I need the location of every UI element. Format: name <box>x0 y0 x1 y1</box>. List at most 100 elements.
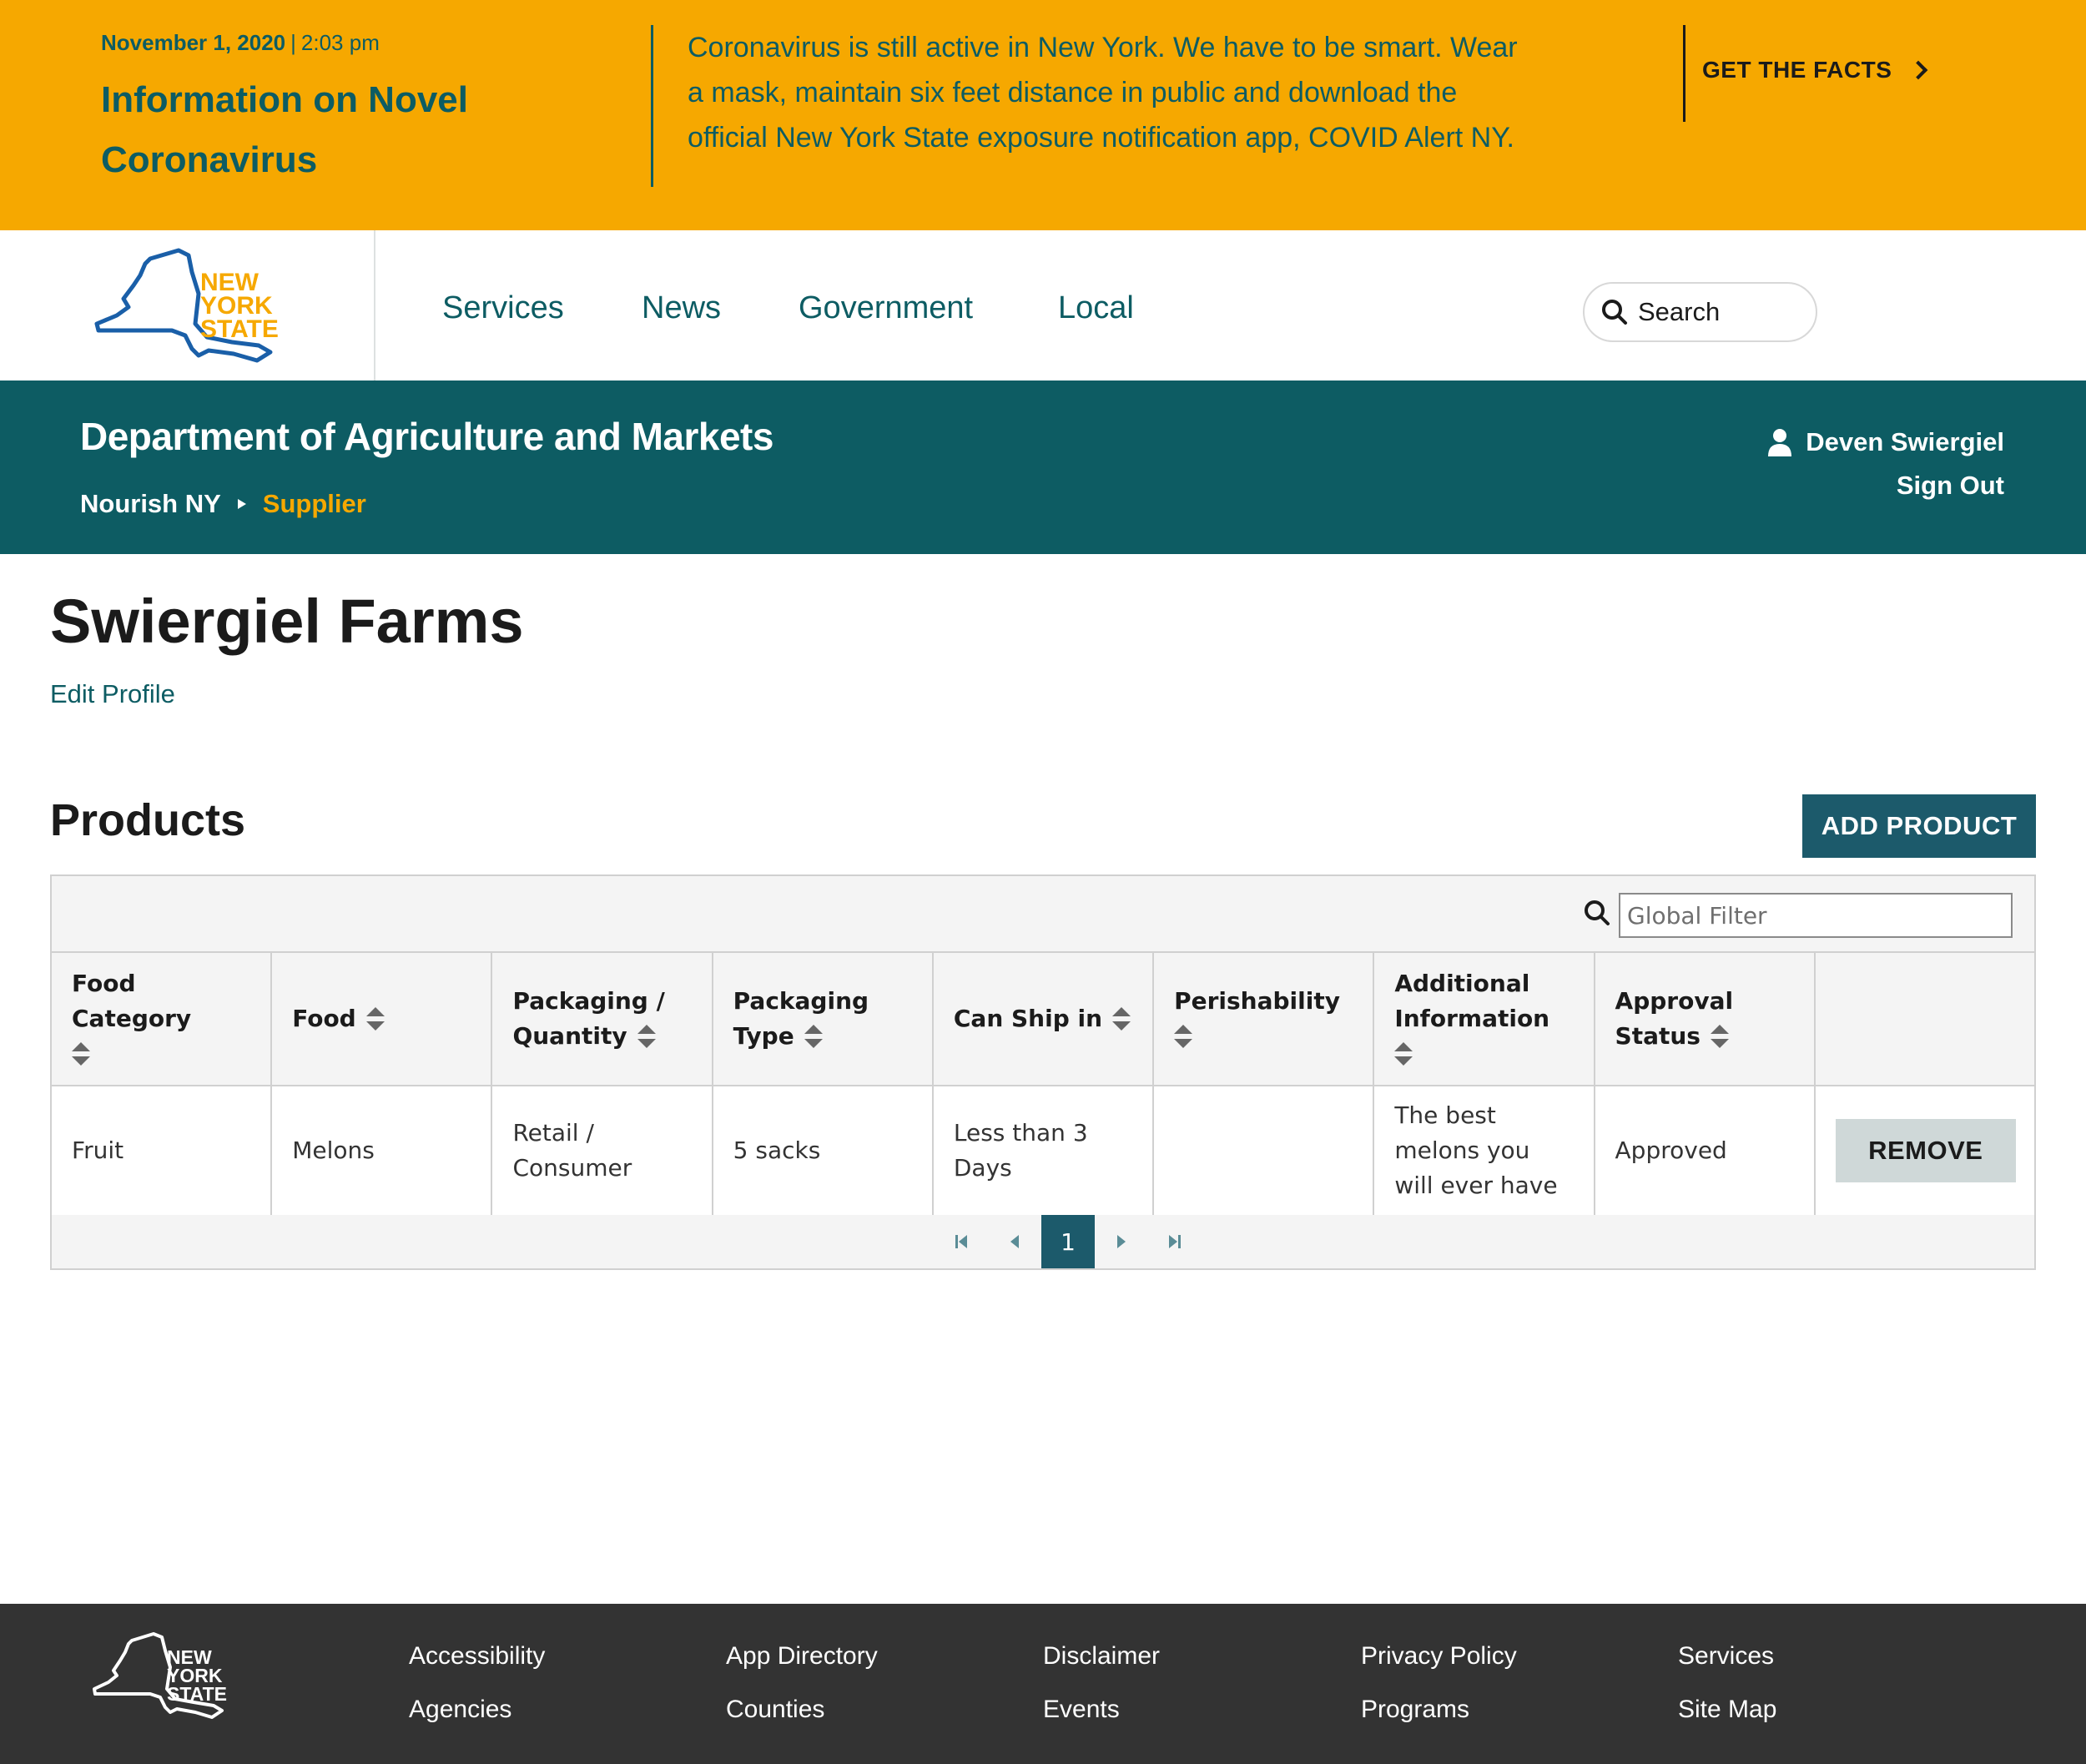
cell-additional-information: The best melons you will ever have <box>1373 1085 1595 1217</box>
first-page-button[interactable] <box>935 1215 988 1268</box>
cell-food-category: Fruit <box>49 1085 273 1217</box>
global-filter-input[interactable] <box>1619 893 2013 938</box>
logo-line-3: STATE <box>200 315 279 343</box>
footer-link-site-map[interactable]: Site Map <box>1678 1696 1776 1724</box>
nav-link-services[interactable]: Services <box>442 290 564 326</box>
caret-left-icon <box>1010 1235 1019 1248</box>
page-button-current[interactable]: 1 <box>1041 1215 1095 1268</box>
alert-divider <box>1683 25 1685 122</box>
alert-datetime: November 1, 2020 | 2:03 pm <box>101 30 380 56</box>
get-the-facts-link[interactable]: GET THE FACTS <box>1702 57 1928 83</box>
column-label: Additional Information <box>1394 970 1550 1032</box>
alert-divider <box>651 25 653 187</box>
column-header-food[interactable]: Food <box>270 951 493 1086</box>
next-page-button[interactable] <box>1095 1215 1148 1268</box>
column-header-perishability[interactable]: Perishability <box>1152 951 1375 1086</box>
table-filter-bar <box>52 876 2034 951</box>
search-button[interactable]: Search <box>1583 282 1817 342</box>
nav-link-government[interactable]: Government <box>799 290 973 326</box>
alert-separator: | <box>290 30 296 55</box>
sort-icon[interactable] <box>637 1025 656 1050</box>
paginator: 1 <box>52 1215 2034 1268</box>
agency-header: Department of Agriculture and Markets No… <box>0 381 2086 554</box>
column-header-packaging-type[interactable]: Packaging Type <box>711 951 934 1086</box>
alert-date: November 1, 2020 <box>101 30 286 55</box>
products-table: Food Category Food Packaging / Quantity … <box>49 874 2037 1270</box>
last-page-icon <box>1169 1235 1181 1248</box>
sort-icon[interactable] <box>72 1042 90 1067</box>
column-label: Food Category <box>72 970 192 1032</box>
footer-link-privacy-policy[interactable]: Privacy Policy <box>1361 1642 1517 1671</box>
breadcrumb-nourish-ny[interactable]: Nourish NY <box>80 489 221 519</box>
add-product-button[interactable]: ADD PRODUCT <box>1802 794 2036 858</box>
column-label: Packaging Type <box>733 987 869 1050</box>
remove-button[interactable]: REMOVE <box>1835 1119 2016 1182</box>
alert-message: Coronavirus is still active in New York.… <box>688 32 1518 154</box>
page-title: Swiergiel Farms <box>50 587 524 656</box>
column-header-additional-information[interactable]: Additional Information <box>1373 951 1595 1086</box>
cell-perishability <box>1152 1085 1375 1217</box>
footer-link-counties[interactable]: Counties <box>726 1696 824 1724</box>
global-nav: NEW YORK STATE Services News Government … <box>0 230 2086 381</box>
sort-icon[interactable] <box>365 1007 385 1032</box>
chevron-right-icon <box>1909 60 1928 80</box>
sort-icon[interactable] <box>1112 1007 1131 1032</box>
alert-time: 2:03 pm <box>300 30 380 55</box>
footer-logo-line-3: STATE <box>167 1683 227 1705</box>
sort-icon[interactable] <box>804 1025 823 1050</box>
cell-packaging-quantity: Retail / Consumer <box>491 1085 713 1217</box>
cell-can-ship-in: Less than 3 Days <box>931 1085 1155 1217</box>
nys-footer-logo[interactable]: NEW YORK STATE <box>90 1629 232 1721</box>
column-header-can-ship-in[interactable]: Can Ship in <box>931 951 1155 1086</box>
column-header-food-category[interactable]: Food Category <box>49 951 273 1086</box>
nav-link-news[interactable]: News <box>642 290 721 326</box>
products-heading: Products <box>50 795 246 845</box>
cell-packaging-type: 5 sacks <box>711 1085 934 1217</box>
footer-link-events[interactable]: Events <box>1043 1696 1120 1724</box>
breadcrumb-arrow-icon <box>237 499 246 509</box>
nav-separator <box>374 230 375 381</box>
first-page-icon <box>955 1235 967 1248</box>
sort-icon[interactable] <box>1394 1042 1413 1067</box>
footer-link-app-directory[interactable]: App Directory <box>726 1642 878 1671</box>
table-header-row: Food Category Food Packaging / Quantity … <box>49 951 2037 1086</box>
breadcrumb-supplier: Supplier <box>262 489 366 518</box>
nys-logo[interactable]: NEW YORK STATE <box>92 244 292 365</box>
footer-link-disclaimer[interactable]: Disclaimer <box>1043 1642 1160 1671</box>
table-row: Fruit Melons Retail / Consumer 5 sacks L… <box>49 1085 2037 1217</box>
breadcrumb: Nourish NY Supplier <box>80 489 366 519</box>
column-header-packaging-quantity[interactable]: Packaging / Quantity <box>491 951 713 1086</box>
nav-link-local[interactable]: Local <box>1058 290 1134 326</box>
footer-link-programs[interactable]: Programs <box>1361 1696 1469 1724</box>
user-account[interactable]: Deven Swiergiel <box>1767 427 2004 457</box>
user-name: Deven Swiergiel <box>1806 427 2004 456</box>
cell-actions: REMOVE <box>1813 1085 2037 1217</box>
footer-link-accessibility[interactable]: Accessibility <box>409 1642 545 1671</box>
cell-approval-status: Approved <box>1593 1085 1816 1217</box>
get-the-facts-label: GET THE FACTS <box>1702 57 1892 83</box>
caret-right-icon <box>1117 1235 1126 1248</box>
sign-out-link[interactable]: Sign Out <box>1897 471 2004 501</box>
alert-title: Information on Novel Coronavirus <box>101 79 468 180</box>
footer-link-agencies[interactable]: Agencies <box>409 1696 511 1724</box>
column-header-actions <box>1813 951 2037 1086</box>
user-icon <box>1768 429 1792 456</box>
sort-icon[interactable] <box>1710 1025 1729 1050</box>
column-label: Perishability <box>1174 987 1340 1015</box>
footer-link-services[interactable]: Services <box>1678 1642 1774 1671</box>
last-page-button[interactable] <box>1148 1215 1202 1268</box>
prev-page-button[interactable] <box>988 1215 1041 1268</box>
search-icon <box>1602 300 1627 325</box>
covid-alert-banner: November 1, 2020 | 2:03 pm Information on … <box>0 0 2086 230</box>
column-label: Food <box>292 1005 356 1032</box>
site-footer: NEW YORK STATE Accessibility Agencies Ap… <box>0 1604 2086 1764</box>
search-icon <box>1585 900 1610 925</box>
products-grid: Food Category Food Packaging / Quantity … <box>49 951 2037 1217</box>
agency-title: Department of Agriculture and Markets <box>80 415 773 458</box>
column-header-approval-status[interactable]: Approval Status <box>1593 951 1816 1086</box>
search-label: Search <box>1638 297 1721 326</box>
edit-profile-link[interactable]: Edit Profile <box>50 679 175 709</box>
column-label: Can Ship in <box>953 1005 1103 1032</box>
sort-icon[interactable] <box>1174 1025 1193 1050</box>
cell-food: Melons <box>270 1085 493 1217</box>
